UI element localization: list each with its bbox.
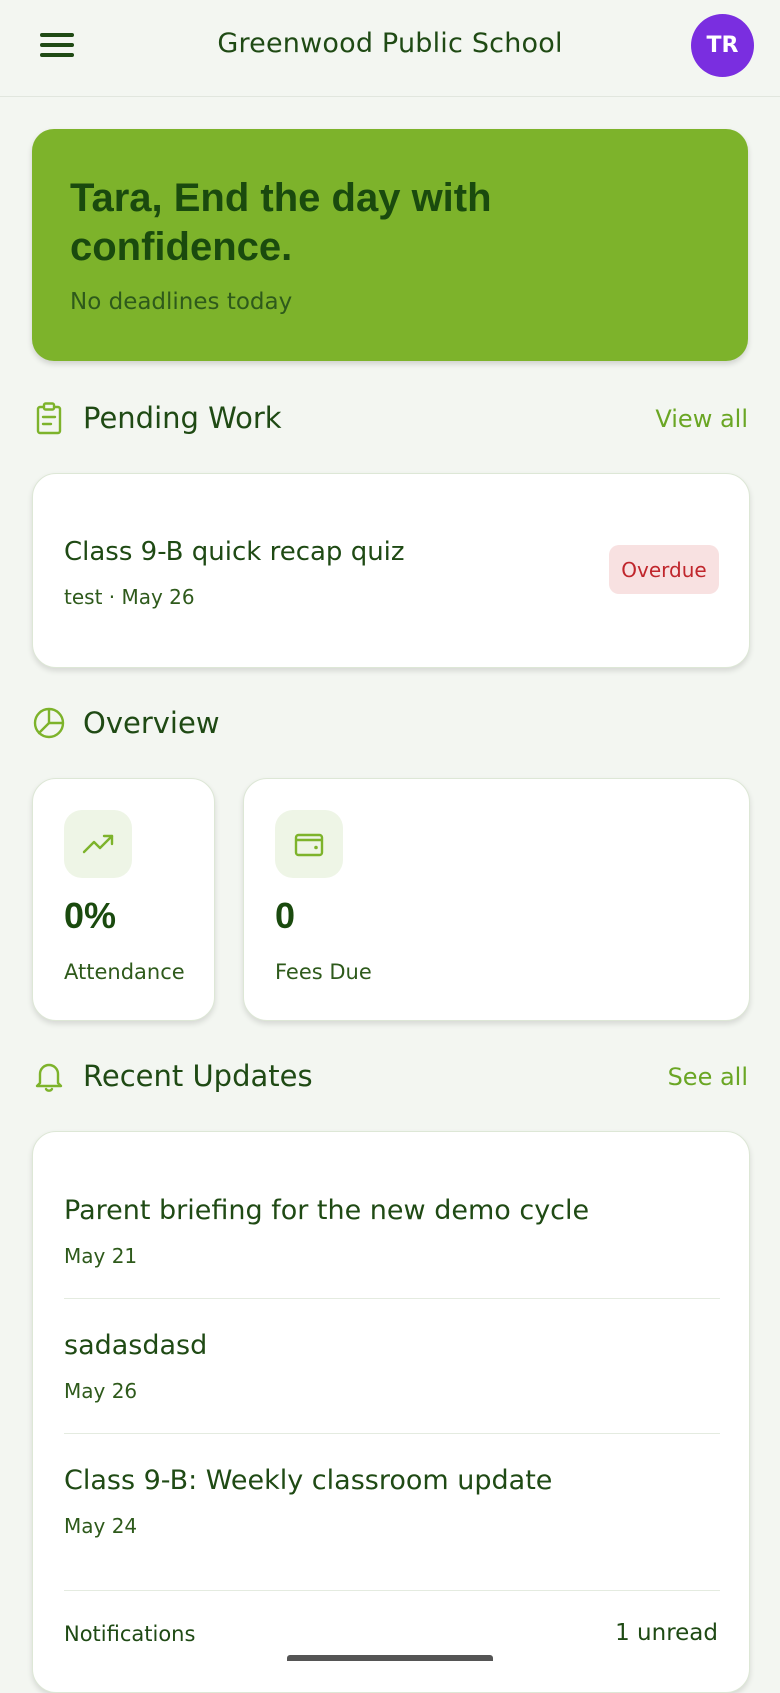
status-badge: Overdue	[609, 545, 719, 594]
update-item[interactable]: Class 9-B: Weekly classroom update May 2…	[64, 1465, 720, 1538]
section-title-recent-updates: Recent Updates	[83, 1059, 313, 1093]
fees-due-label: Fees Due	[275, 960, 372, 984]
divider	[64, 1298, 720, 1299]
top-app-bar: Greenwood Public School TR	[0, 0, 780, 97]
pending-item-meta: test · May 26	[64, 585, 195, 609]
view-all-link[interactable]: View all	[655, 405, 748, 433]
see-all-link[interactable]: See all	[668, 1063, 748, 1091]
attendance-stat-card[interactable]: 0% Attendance	[32, 778, 215, 1021]
notifications-label: Notifications	[64, 1622, 196, 1646]
section-title-pending-work: Pending Work	[83, 401, 282, 435]
update-title: sadasdasd	[64, 1330, 208, 1361]
update-title: Class 9-B: Weekly classroom update	[64, 1465, 553, 1496]
recent-updates-card: Parent briefing for the new demo cycle M…	[32, 1131, 750, 1693]
update-title: Parent briefing for the new demo cycle	[64, 1195, 590, 1226]
fees-due-stat-card[interactable]: 0 Fees Due	[243, 778, 750, 1021]
user-avatar[interactable]: TR	[691, 14, 754, 77]
notifications-unread-count: 1 unread	[615, 1620, 718, 1646]
update-item[interactable]: Parent briefing for the new demo cycle M…	[64, 1195, 720, 1268]
app-title: Greenwood Public School	[217, 28, 563, 59]
divider	[64, 1590, 720, 1591]
fees-due-value: 0	[275, 895, 296, 936]
pending-work-header: Pending Work View all	[32, 401, 748, 441]
greeting-title: Tara, End the day with confidence.	[70, 176, 492, 269]
greeting-subtitle: No deadlines today	[70, 289, 293, 315]
home-indicator	[287, 1655, 493, 1661]
update-date: May 24	[64, 1514, 138, 1538]
clipboard-icon	[36, 402, 62, 435]
pending-item-title: Class 9-B quick recap quiz	[64, 537, 405, 567]
attendance-label: Attendance	[64, 960, 185, 984]
section-title-overview: Overview	[83, 706, 220, 740]
update-date: May 21	[64, 1244, 138, 1268]
recent-updates-header: Recent Updates See all	[32, 1059, 748, 1099]
wallet-icon	[275, 810, 343, 878]
update-item[interactable]: sadasdasd May 26	[64, 1330, 720, 1403]
overview-header: Overview	[32, 706, 748, 746]
update-date: May 26	[64, 1379, 138, 1403]
trending-up-icon	[64, 810, 132, 878]
pie-chart-icon	[33, 707, 65, 739]
greeting-banner: Tara, End the day with confidence. No de…	[32, 129, 748, 361]
pending-item-card[interactable]: Class 9-B quick recap quiz test · May 26…	[32, 473, 750, 668]
divider	[64, 1433, 720, 1434]
attendance-value: 0%	[64, 895, 117, 936]
bell-icon	[35, 1063, 63, 1092]
